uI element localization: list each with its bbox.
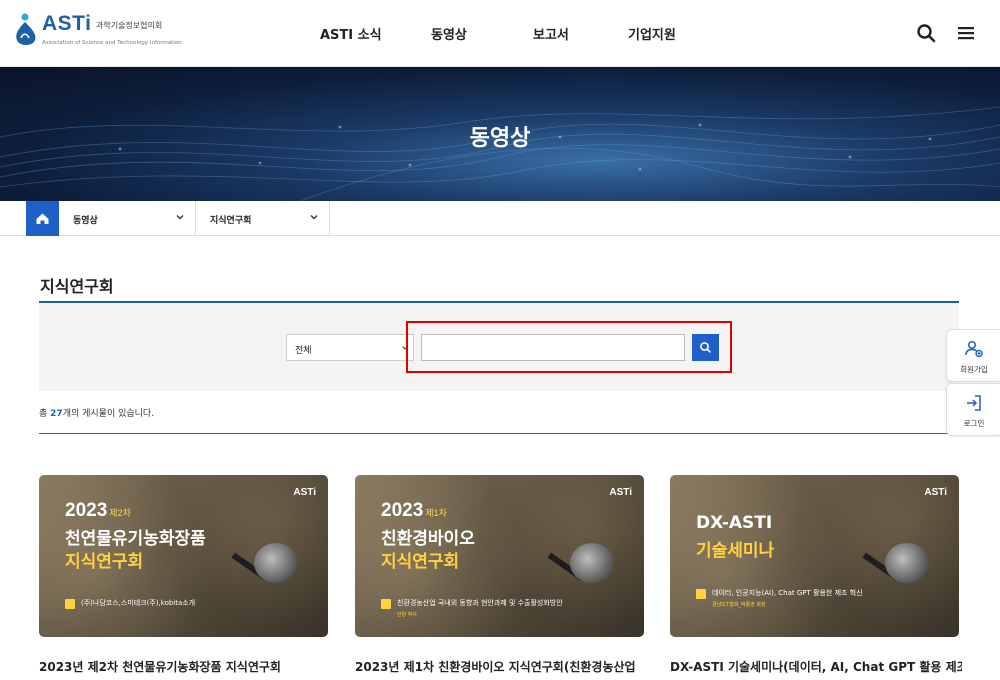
checkbox-icon [65, 599, 75, 609]
post-count-suffix: 개의 게시물이 있습니다. [62, 409, 155, 419]
site-header: ASTi 과학기술정보협의회 Association of Science an… [0, 0, 1000, 67]
card-heading-line1: 친환경바이오 [381, 529, 475, 549]
card-round: 제1차 [425, 508, 447, 518]
login-icon [967, 395, 981, 411]
logo-korean-name: 과학기술정보협의회 [96, 21, 163, 30]
card-brand-logo: ASTi [609, 487, 632, 498]
card-presenter: 안양 박사 [397, 612, 417, 618]
post-count: 총 27개의 게시물이 있습니다. [39, 406, 154, 419]
quick-signup-button[interactable]: 회원가입 [946, 329, 1000, 382]
search-submit-button[interactable] [692, 334, 719, 361]
search-icon[interactable] [915, 22, 937, 44]
logo-text: ASTi [42, 12, 92, 35]
user-add-icon [965, 340, 983, 358]
microphone-image [570, 543, 614, 583]
card-year-number: 2023 [65, 500, 108, 521]
location-depth2-dropdown[interactable]: 지식연구회 [196, 201, 330, 236]
card-brand-logo: ASTi [293, 487, 316, 498]
card-brand-logo: ASTi [924, 487, 947, 498]
quick-login-button[interactable]: 로그인 [946, 383, 1000, 436]
card-year-number: 2023 [381, 500, 424, 521]
video-card-thumbnail[interactable]: ASTi 2023 제2차 천연물유기농화장품 지식연구회 (주)나담코스,스미테… [39, 475, 328, 637]
card-presenter: 경남ICT협회_박종영 회장 [712, 602, 766, 608]
card-year: 2023 제2차 [65, 500, 131, 522]
nav-videos[interactable]: 동영상 [431, 24, 467, 43]
search-category-value: 전체 [295, 346, 312, 356]
checkbox-icon [696, 589, 706, 599]
location-depth1-dropdown[interactable]: 동영상 [59, 201, 196, 236]
home-icon [36, 213, 49, 224]
search-input[interactable] [421, 334, 685, 361]
logo-english-name: Association of Science and Technology In… [42, 40, 182, 46]
location-depth1-label: 동영상 [73, 216, 98, 226]
home-button[interactable] [26, 201, 59, 236]
chevron-down-icon [310, 215, 318, 220]
video-card-thumbnail[interactable]: ASTi DX-ASTI 기술세미나 데이터, 인공지능(AI), Chat G… [670, 475, 959, 637]
card-description: 데이터, 인공지능(AI), Chat GPT 활용한 제조 혁신 [712, 589, 863, 597]
card-description: 친환경농산업 국내외 동향과 현안과제 및 수출활성화방안 [397, 599, 563, 607]
microphone-image [254, 543, 298, 583]
logo-mark-icon [16, 13, 36, 45]
card-heading-line1: DX-ASTI [696, 513, 773, 533]
microphone-image [885, 543, 929, 583]
nav-business-support[interactable]: 기업지원 [628, 24, 676, 43]
post-count-prefix: 총 [39, 409, 51, 419]
card-heading-line2: 지식연구회 [65, 552, 144, 572]
card-heading-line1: 천연물유기농화장품 [65, 529, 206, 549]
post-count-number: 27 [50, 409, 63, 419]
video-card-title[interactable]: DX-ASTI 기술세미나(데이터, AI, Chat GPT 활용 제조 [670, 658, 962, 675]
nav-asti-news[interactable]: ASTI 소식 [320, 24, 382, 43]
location-bar: 동영상 지식연구회 [0, 201, 1000, 236]
site-logo[interactable]: ASTi 과학기술정보협의회 Association of Science an… [12, 12, 182, 52]
card-description: (주)나담코스,스미테크(주),kobita소개 [81, 599, 196, 607]
quick-signup-label: 회원가입 [960, 365, 988, 374]
list-divider [39, 433, 959, 434]
card-year: 2023 제1차 [381, 500, 447, 522]
search-category-select[interactable]: 전체 [286, 334, 414, 361]
video-card-title[interactable]: 2023년 제2차 천연물유기농화장품 지식연구회 [39, 658, 331, 675]
nav-reports[interactable]: 보고서 [533, 24, 569, 43]
chevron-down-icon [176, 215, 184, 220]
search-icon [700, 342, 711, 353]
hamburger-menu-icon[interactable] [955, 22, 977, 44]
page-title: 지식연구회 [40, 277, 114, 296]
card-heading-line2: 기술세미나 [696, 541, 775, 561]
video-card-thumbnail[interactable]: ASTi 2023 제1차 친환경바이오 지식연구회 친환경농산업 국내외 동향과… [355, 475, 644, 637]
banner-title: 동영상 [469, 126, 531, 151]
location-depth2-label: 지식연구회 [210, 216, 252, 226]
checkbox-icon [381, 599, 391, 609]
card-round: 제2차 [109, 508, 131, 518]
page-banner: 동영상 [0, 67, 1000, 201]
quick-login-label: 로그인 [963, 419, 985, 428]
card-heading-line2: 지식연구회 [381, 552, 460, 572]
video-card-title[interactable]: 2023년 제1차 친환경바이오 지식연구회(친환경농산업 [355, 658, 647, 675]
